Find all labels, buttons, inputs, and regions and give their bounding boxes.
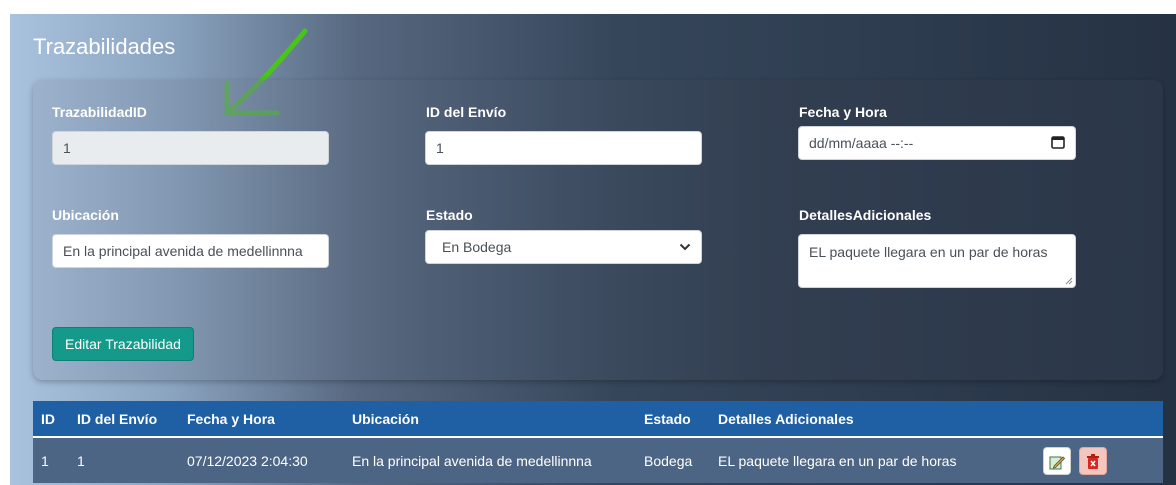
cell-id: 1 <box>41 452 49 469</box>
column-header-fecha: Fecha y Hora <box>187 410 275 427</box>
edit-button[interactable] <box>1043 446 1071 475</box>
table-header-row: ID ID del Envío Fecha y Hora Ubicación E… <box>33 401 1163 437</box>
trazabilidades-table: ID ID del Envío Fecha y Hora Ubicación E… <box>33 401 1163 483</box>
ubicacion-label: Ubicación <box>52 207 119 223</box>
cell-envio: 1 <box>77 452 85 469</box>
cell-detalles: EL paquete llegara en un par de horas <box>718 452 957 469</box>
fecha-hora-label: Fecha y Hora <box>799 104 887 120</box>
fecha-hora-field[interactable]: dd/mm/aaaa --:-- <box>798 126 1076 160</box>
cell-actions <box>1035 437 1163 483</box>
resize-handle-icon[interactable] <box>1065 277 1073 285</box>
estado-select[interactable]: En Bodega <box>425 230 702 264</box>
ubicacion-field[interactable] <box>52 234 329 268</box>
column-header-estado: Estado <box>644 410 691 427</box>
detalles-label: DetallesAdicionales <box>799 207 932 223</box>
detalles-value: EL paquete llegara en un par de horas <box>809 244 1048 260</box>
editar-trazabilidad-button[interactable]: Editar Trazabilidad <box>52 327 194 361</box>
cell-fecha: 07/12/2023 2:04:30 <box>187 452 308 469</box>
envio-id-field[interactable] <box>425 131 702 165</box>
calendar-icon[interactable] <box>1051 135 1065 152</box>
page-title: Trazabilidades <box>33 34 176 59</box>
column-header-id: ID <box>41 410 55 427</box>
column-header-ubicacion: Ubicación <box>352 410 419 427</box>
trazabilidad-id-field[interactable] <box>52 131 329 165</box>
edit-icon <box>1049 456 1066 470</box>
estado-selected-value: En Bodega <box>442 239 512 255</box>
column-header-detalles: Detalles Adicionales <box>718 410 854 427</box>
trazabilidad-id-label: TrazabilidadID <box>52 104 147 120</box>
trash-icon <box>1086 453 1099 469</box>
estado-label: Estado <box>426 207 473 223</box>
delete-button[interactable] <box>1078 446 1107 475</box>
column-header-actions <box>1035 401 1163 437</box>
envio-id-label: ID del Envío <box>426 104 507 120</box>
column-header-envio: ID del Envío <box>77 410 158 427</box>
fecha-hora-placeholder: dd/mm/aaaa --:-- <box>809 135 914 151</box>
cell-ubicacion: En la principal avenida de medellinnna <box>352 452 592 469</box>
table-row: 1 1 07/12/2023 2:04:30 En la principal a… <box>33 437 1163 483</box>
detalles-textarea[interactable]: EL paquete llegara en un par de horas <box>798 234 1076 288</box>
chevron-down-icon <box>679 239 691 255</box>
cell-estado: Bodega <box>644 452 693 469</box>
